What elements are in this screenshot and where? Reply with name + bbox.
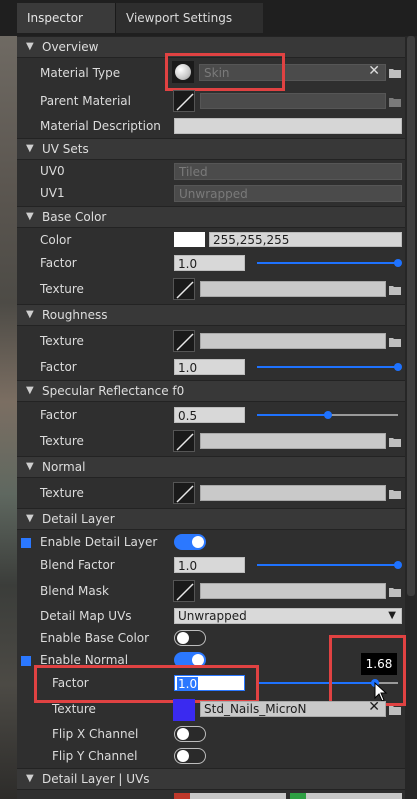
roughness-factor-slider-fill xyxy=(257,366,398,368)
blend-factor-slider-knob[interactable] xyxy=(394,561,402,569)
folder-icon[interactable] xyxy=(389,336,401,350)
enable-base-color-toggle[interactable] xyxy=(174,630,206,646)
specular-texture-swatch[interactable] xyxy=(173,430,195,452)
enable-detail-layer-label: Enable Detail Layer xyxy=(40,535,158,549)
specular-factor-slider-knob[interactable] xyxy=(324,411,332,419)
material-description-input[interactable] xyxy=(174,118,402,134)
folder-icon[interactable] xyxy=(389,67,401,81)
folder-icon[interactable] xyxy=(389,704,401,718)
roughness-texture-field[interactable] xyxy=(200,333,386,349)
chevron-down-icon: ▼ xyxy=(26,385,34,396)
roughness-factor-input[interactable]: 1.0 xyxy=(174,359,245,375)
normal-texture-swatch[interactable] xyxy=(173,482,195,504)
enable-detail-layer-toggle[interactable] xyxy=(174,534,206,550)
section-base-color[interactable]: ▼ Base Color xyxy=(17,206,405,228)
normal-texture-field[interactable] xyxy=(200,485,386,501)
section-detail-layer-uvs[interactable]: ▼ Detail Layer | UVs xyxy=(17,768,405,790)
blend-factor-slider-fill xyxy=(257,564,398,566)
blend-mask-swatch[interactable] xyxy=(173,580,195,602)
specular-texture-field[interactable] xyxy=(200,433,386,449)
highlight-material-type xyxy=(165,53,285,91)
detail-map-uvs-dropdown[interactable]: Unwrapped ▼ xyxy=(174,608,402,624)
flip-y-channel-label: Flip Y Channel xyxy=(52,749,138,763)
section-specular-reflectance[interactable]: ▼ Specular Reflectance f0 xyxy=(17,380,405,402)
highlight-factor-input xyxy=(34,665,259,703)
folder-icon[interactable] xyxy=(389,488,401,502)
detail-normal-texture-label: Texture xyxy=(52,702,96,716)
blend-factor-label: Blend Factor xyxy=(40,558,115,572)
parent-material-swatch[interactable] xyxy=(173,90,195,112)
blend-mask-label: Blend Mask xyxy=(40,584,109,598)
specular-factor-slider-fill xyxy=(257,414,328,416)
base-factor-slider-fill xyxy=(257,262,398,264)
uv0-label: UV0 xyxy=(40,164,65,178)
tab-viewport-settings[interactable]: Viewport Settings xyxy=(115,3,263,33)
base-color-swatch[interactable] xyxy=(174,232,205,247)
chevron-down-icon: ▼ xyxy=(26,143,34,154)
section-normal[interactable]: ▼ Normal xyxy=(17,456,405,478)
detail-uv-v-field[interactable] xyxy=(290,793,402,799)
flip-x-channel-toggle[interactable] xyxy=(174,726,206,742)
folder-icon[interactable] xyxy=(389,284,401,298)
base-factor-slider-knob[interactable] xyxy=(394,259,402,267)
chevron-down-icon: ▼ xyxy=(26,309,34,320)
base-factor-input[interactable]: 1.0 xyxy=(174,255,245,271)
roughness-factor-slider-knob[interactable] xyxy=(394,363,402,371)
uv0-field[interactable]: Tiled xyxy=(174,163,402,180)
blend-factor-input[interactable]: 1.0 xyxy=(174,557,245,573)
detail-uv-u-field[interactable] xyxy=(174,793,286,799)
chevron-down-icon: ▼ xyxy=(26,513,34,524)
base-texture-swatch[interactable] xyxy=(173,278,195,300)
blend-mask-field[interactable] xyxy=(200,583,386,599)
uv1-field[interactable]: Unwrapped xyxy=(174,185,402,202)
parent-material-label: Parent Material xyxy=(40,94,131,108)
material-type-label: Material Type xyxy=(40,66,121,80)
material-description-label: Material Description xyxy=(40,119,161,133)
chevron-down-icon: ▼ xyxy=(26,41,34,52)
checkbox-icon[interactable] xyxy=(21,538,31,548)
detail-normal-texture-swatch[interactable] xyxy=(173,699,195,721)
specular-factor-input[interactable]: 0.5 xyxy=(174,407,245,423)
flip-x-channel-label: Flip X Channel xyxy=(52,727,139,741)
specular-texture-label: Texture xyxy=(40,434,84,448)
enable-base-color-label: Enable Base Color xyxy=(40,631,150,645)
scrollbar-thumb[interactable] xyxy=(407,36,415,596)
chevron-down-icon: ▼ xyxy=(26,461,34,472)
detail-normal-texture-field[interactable]: Std_Nails_MicroN ✕ xyxy=(200,699,386,717)
parent-material-field[interactable] xyxy=(200,93,386,109)
base-color-value-field[interactable]: 255,255,255 xyxy=(209,232,402,247)
chevron-down-icon: ▼ xyxy=(26,773,34,784)
folder-icon[interactable] xyxy=(389,436,401,450)
base-texture-field[interactable] xyxy=(200,281,386,297)
section-detail-layer[interactable]: ▼ Detail Layer xyxy=(17,508,405,530)
flip-y-channel-toggle[interactable] xyxy=(174,748,206,764)
normal-texture-label: Texture xyxy=(40,486,84,500)
checkbox-icon[interactable] xyxy=(21,656,31,666)
specular-factor-label: Factor xyxy=(40,408,77,422)
base-factor-label: Factor xyxy=(40,256,77,270)
section-uv-sets[interactable]: ▼ UV Sets xyxy=(17,138,405,160)
close-icon[interactable]: ✕ xyxy=(368,63,380,79)
chevron-down-icon: ▼ xyxy=(388,610,396,621)
folder-icon[interactable] xyxy=(389,586,401,600)
highlight-slider-value xyxy=(329,635,406,706)
base-color-label: Color xyxy=(40,233,72,247)
detail-map-uvs-label: Detail Map UVs xyxy=(40,609,132,623)
uv1-label: UV1 xyxy=(40,186,65,200)
viewport-background xyxy=(0,36,17,799)
tab-inspector[interactable]: Inspector xyxy=(17,3,115,33)
folder-icon[interactable] xyxy=(389,96,401,110)
close-icon[interactable]: ✕ xyxy=(368,699,380,715)
section-roughness[interactable]: ▼ Roughness xyxy=(17,304,405,326)
roughness-factor-label: Factor xyxy=(40,360,77,374)
roughness-texture-label: Texture xyxy=(40,334,84,348)
roughness-texture-swatch[interactable] xyxy=(173,330,195,352)
base-texture-label: Texture xyxy=(40,282,84,296)
chevron-down-icon: ▼ xyxy=(26,211,34,222)
